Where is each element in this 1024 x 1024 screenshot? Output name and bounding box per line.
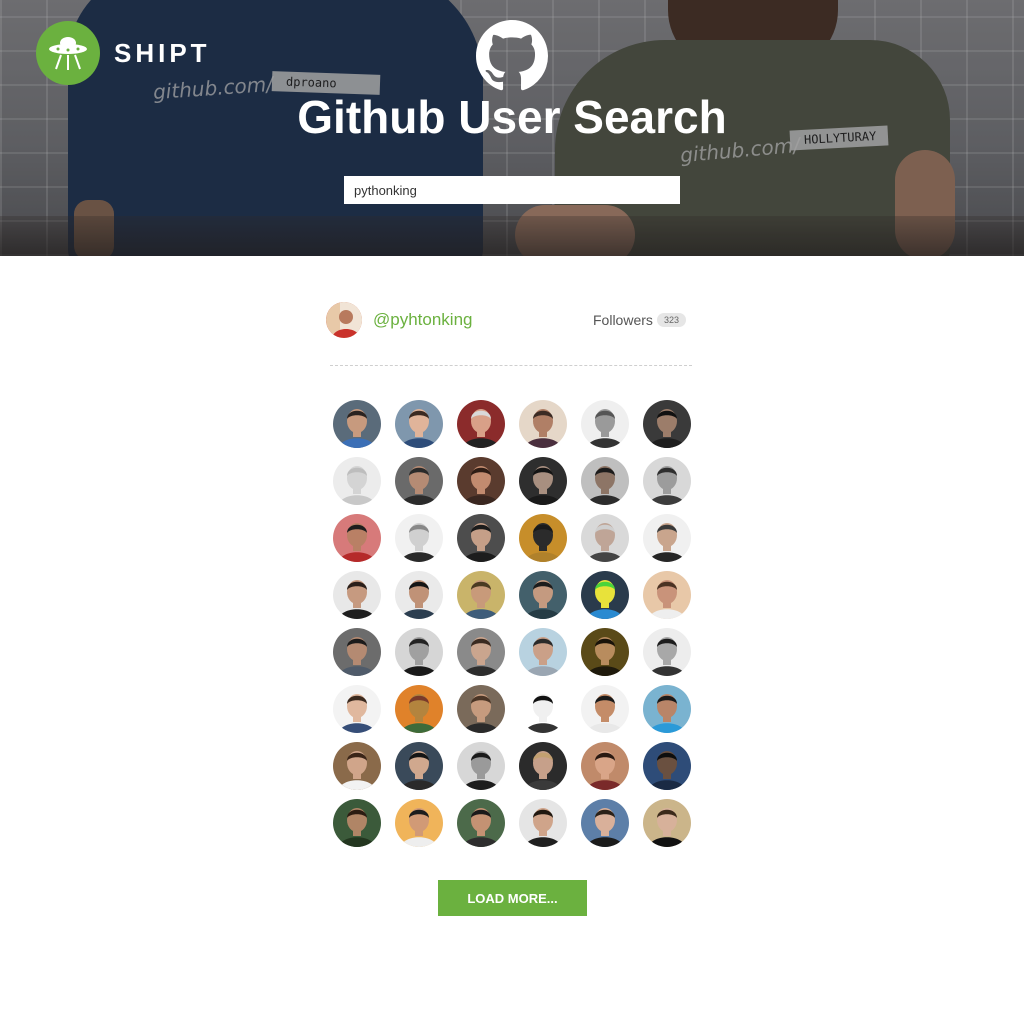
follower-avatar[interactable]: [643, 514, 691, 562]
follower-avatar[interactable]: [395, 685, 443, 733]
follower-avatar[interactable]: [581, 742, 629, 790]
follower-avatar[interactable]: [581, 514, 629, 562]
hero-banner: github.com/ dproano github.com/ HOLLYTUR…: [0, 0, 1024, 256]
follower-avatar[interactable]: [457, 457, 505, 505]
follower-avatar[interactable]: [519, 571, 567, 619]
follower-avatar[interactable]: [457, 685, 505, 733]
ufo-icon: [36, 21, 100, 85]
load-more-button[interactable]: LOAD MORE...: [438, 880, 587, 916]
github-octocat-icon: [476, 20, 548, 92]
follower-avatar[interactable]: [643, 685, 691, 733]
follower-avatar[interactable]: [333, 628, 381, 676]
followers-label: Followers: [593, 312, 653, 328]
follower-avatar[interactable]: [457, 571, 505, 619]
follower-avatar[interactable]: [581, 628, 629, 676]
follower-avatar[interactable]: [643, 571, 691, 619]
brand-name: SHIPT: [114, 37, 211, 68]
follower-avatar[interactable]: [643, 742, 691, 790]
follower-avatar[interactable]: [333, 457, 381, 505]
follower-avatar[interactable]: [395, 799, 443, 847]
follower-avatar[interactable]: [519, 457, 567, 505]
follower-avatar[interactable]: [333, 799, 381, 847]
follower-avatar[interactable]: [581, 799, 629, 847]
follower-avatar[interactable]: [519, 400, 567, 448]
follower-avatar[interactable]: [457, 799, 505, 847]
follower-avatar[interactable]: [395, 628, 443, 676]
follower-avatar[interactable]: [519, 628, 567, 676]
follower-avatar[interactable]: [333, 685, 381, 733]
follower-avatar[interactable]: [519, 514, 567, 562]
follower-avatar[interactable]: [395, 571, 443, 619]
follower-avatar[interactable]: [395, 457, 443, 505]
page-title: Github User Search: [297, 91, 727, 143]
follower-avatar[interactable]: [519, 742, 567, 790]
followers-count-badge: 323: [657, 313, 687, 327]
user-profile-summary: @pyhtonking Followers 323: [326, 302, 692, 338]
followers-grid: [333, 400, 691, 847]
follower-avatar[interactable]: [457, 628, 505, 676]
shipt-logo[interactable]: SHIPT: [36, 21, 211, 85]
follower-avatar[interactable]: [395, 742, 443, 790]
follower-avatar[interactable]: [333, 400, 381, 448]
follower-avatar[interactable]: [643, 628, 691, 676]
follower-avatar[interactable]: [395, 514, 443, 562]
follower-avatar[interactable]: [581, 685, 629, 733]
follower-avatar[interactable]: [457, 400, 505, 448]
search-input[interactable]: [344, 176, 680, 204]
follower-avatar[interactable]: [395, 400, 443, 448]
follower-avatar[interactable]: [519, 685, 567, 733]
follower-avatar[interactable]: [457, 514, 505, 562]
follower-avatar[interactable]: [581, 400, 629, 448]
follower-avatar[interactable]: [643, 799, 691, 847]
user-handle-link[interactable]: @pyhtonking: [373, 310, 473, 330]
follower-avatar[interactable]: [581, 571, 629, 619]
follower-avatar[interactable]: [519, 799, 567, 847]
follower-avatar[interactable]: [333, 571, 381, 619]
user-avatar[interactable]: [326, 302, 362, 338]
follower-avatar[interactable]: [333, 514, 381, 562]
follower-avatar[interactable]: [643, 400, 691, 448]
follower-avatar[interactable]: [457, 742, 505, 790]
divider: [330, 365, 692, 366]
follower-avatar[interactable]: [581, 457, 629, 505]
follower-avatar[interactable]: [643, 457, 691, 505]
follower-avatar[interactable]: [333, 742, 381, 790]
